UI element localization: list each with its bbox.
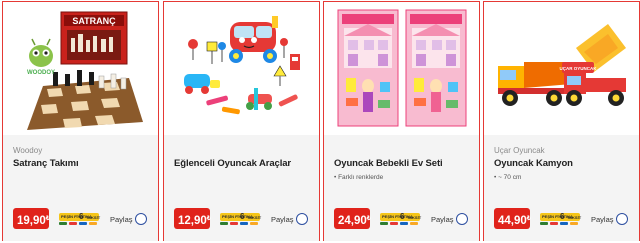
price-badge: 19,90₺ [13,208,50,229]
brand-logo-text: WOODOY [27,70,55,76]
installment-word: TAKSİT [407,215,422,220]
product-info: Uçar Oyuncak Oyuncak Kamyon • ~ 70 cm 44… [484,135,639,241]
product-info: Oyuncak Bebekli Ev Seti • Farklı renkler… [324,135,479,241]
installment-count: 6 [240,212,245,221]
product-note: • ~ 70 cm [494,174,522,181]
price-currency: ₺ [526,215,531,222]
price-currency: ₺ [45,215,50,222]
card-brand-logos [220,222,260,227]
price-badge: 44,90₺ [494,208,531,229]
price-main: 12,90 [178,215,207,227]
price-main: 44,90 [498,215,527,227]
share-radio-icon[interactable] [456,213,468,225]
share-label: Paylaş [591,215,614,224]
share-label: Paylaş [110,215,133,224]
price-currency: ₺ [206,215,211,222]
installment-count: 6 [400,212,405,221]
product-image[interactable]: SATRANÇ WOODOY [3,2,158,134]
share-radio-icon[interactable] [616,213,628,225]
product-title[interactable]: Oyuncak Bebekli Ev Seti [334,158,443,169]
price-currency: ₺ [366,215,371,222]
card-brand-logos [540,222,580,227]
share-label: Paylaş [271,215,294,224]
price-badge: 12,90₺ [174,208,211,229]
product-image[interactable] [324,2,479,134]
installment-badge: PEŞİN FİYATINA 6 TAKSİT [220,212,262,227]
installment-badge: PEŞİN FİYATINA 6 TAKSİT [380,212,422,227]
price-main: 24,90 [338,215,367,227]
product-card-dollhouse-set[interactable]: Oyuncak Bebekli Ev Seti • Farklı renkler… [323,1,480,241]
product-title[interactable]: Oyuncak Kamyon [494,158,573,169]
product-card-toy-truck[interactable]: UÇAR OYUNCAK Uçar Oyuncak Oyuncak Kamyon… [483,1,640,241]
product-title[interactable]: Satranç Takımı [13,158,79,169]
share-radio-icon[interactable] [135,213,147,225]
installment-badge: PEŞİN FİYATINA 6 TAKSİT [59,212,101,227]
installment-word: TAKSİT [86,215,101,220]
installment-count: 6 [79,212,84,221]
installment-badge: PEŞİN FİYATINA 6 TAKSİT [540,212,582,227]
product-info: Eğlenceli Oyuncak Araçlar 12,90₺ PEŞİN F… [164,135,319,241]
price-main: 19,90 [17,215,46,227]
product-image[interactable]: UÇAR OYUNCAK [484,2,639,134]
installment-word: TAKSİT [247,215,262,220]
product-image[interactable] [164,2,319,134]
product-title[interactable]: Eğlenceli Oyuncak Araçlar [174,158,291,169]
card-brand-logos [380,222,420,227]
product-card-chess-set[interactable]: SATRANÇ WOODOY Woodoy Satranç Takımı 19,… [2,1,159,241]
share-radio-icon[interactable] [296,213,308,225]
share-label: Paylaş [431,215,454,224]
installment-count: 6 [560,212,565,221]
product-brand: Uçar Oyuncak [494,146,545,155]
card-brand-logos [59,222,99,227]
product-grid: SATRANÇ WOODOY Woodoy Satranç Takımı 19,… [0,0,640,243]
installment-word: TAKSİT [567,215,582,220]
product-info: Woodoy Satranç Takımı 19,90₺ PEŞİN FİYAT… [3,135,158,241]
product-card-toy-vehicles[interactable]: Eğlenceli Oyuncak Araçlar 12,90₺ PEŞİN F… [163,1,320,241]
product-brand: Woodoy [13,146,43,155]
product-note: • Farklı renklerde [334,174,384,181]
brand-badge-text: UÇAR OYUNCAK [560,66,598,71]
box-label-text: SATRANÇ [72,16,116,26]
price-badge: 24,90₺ [334,208,371,229]
